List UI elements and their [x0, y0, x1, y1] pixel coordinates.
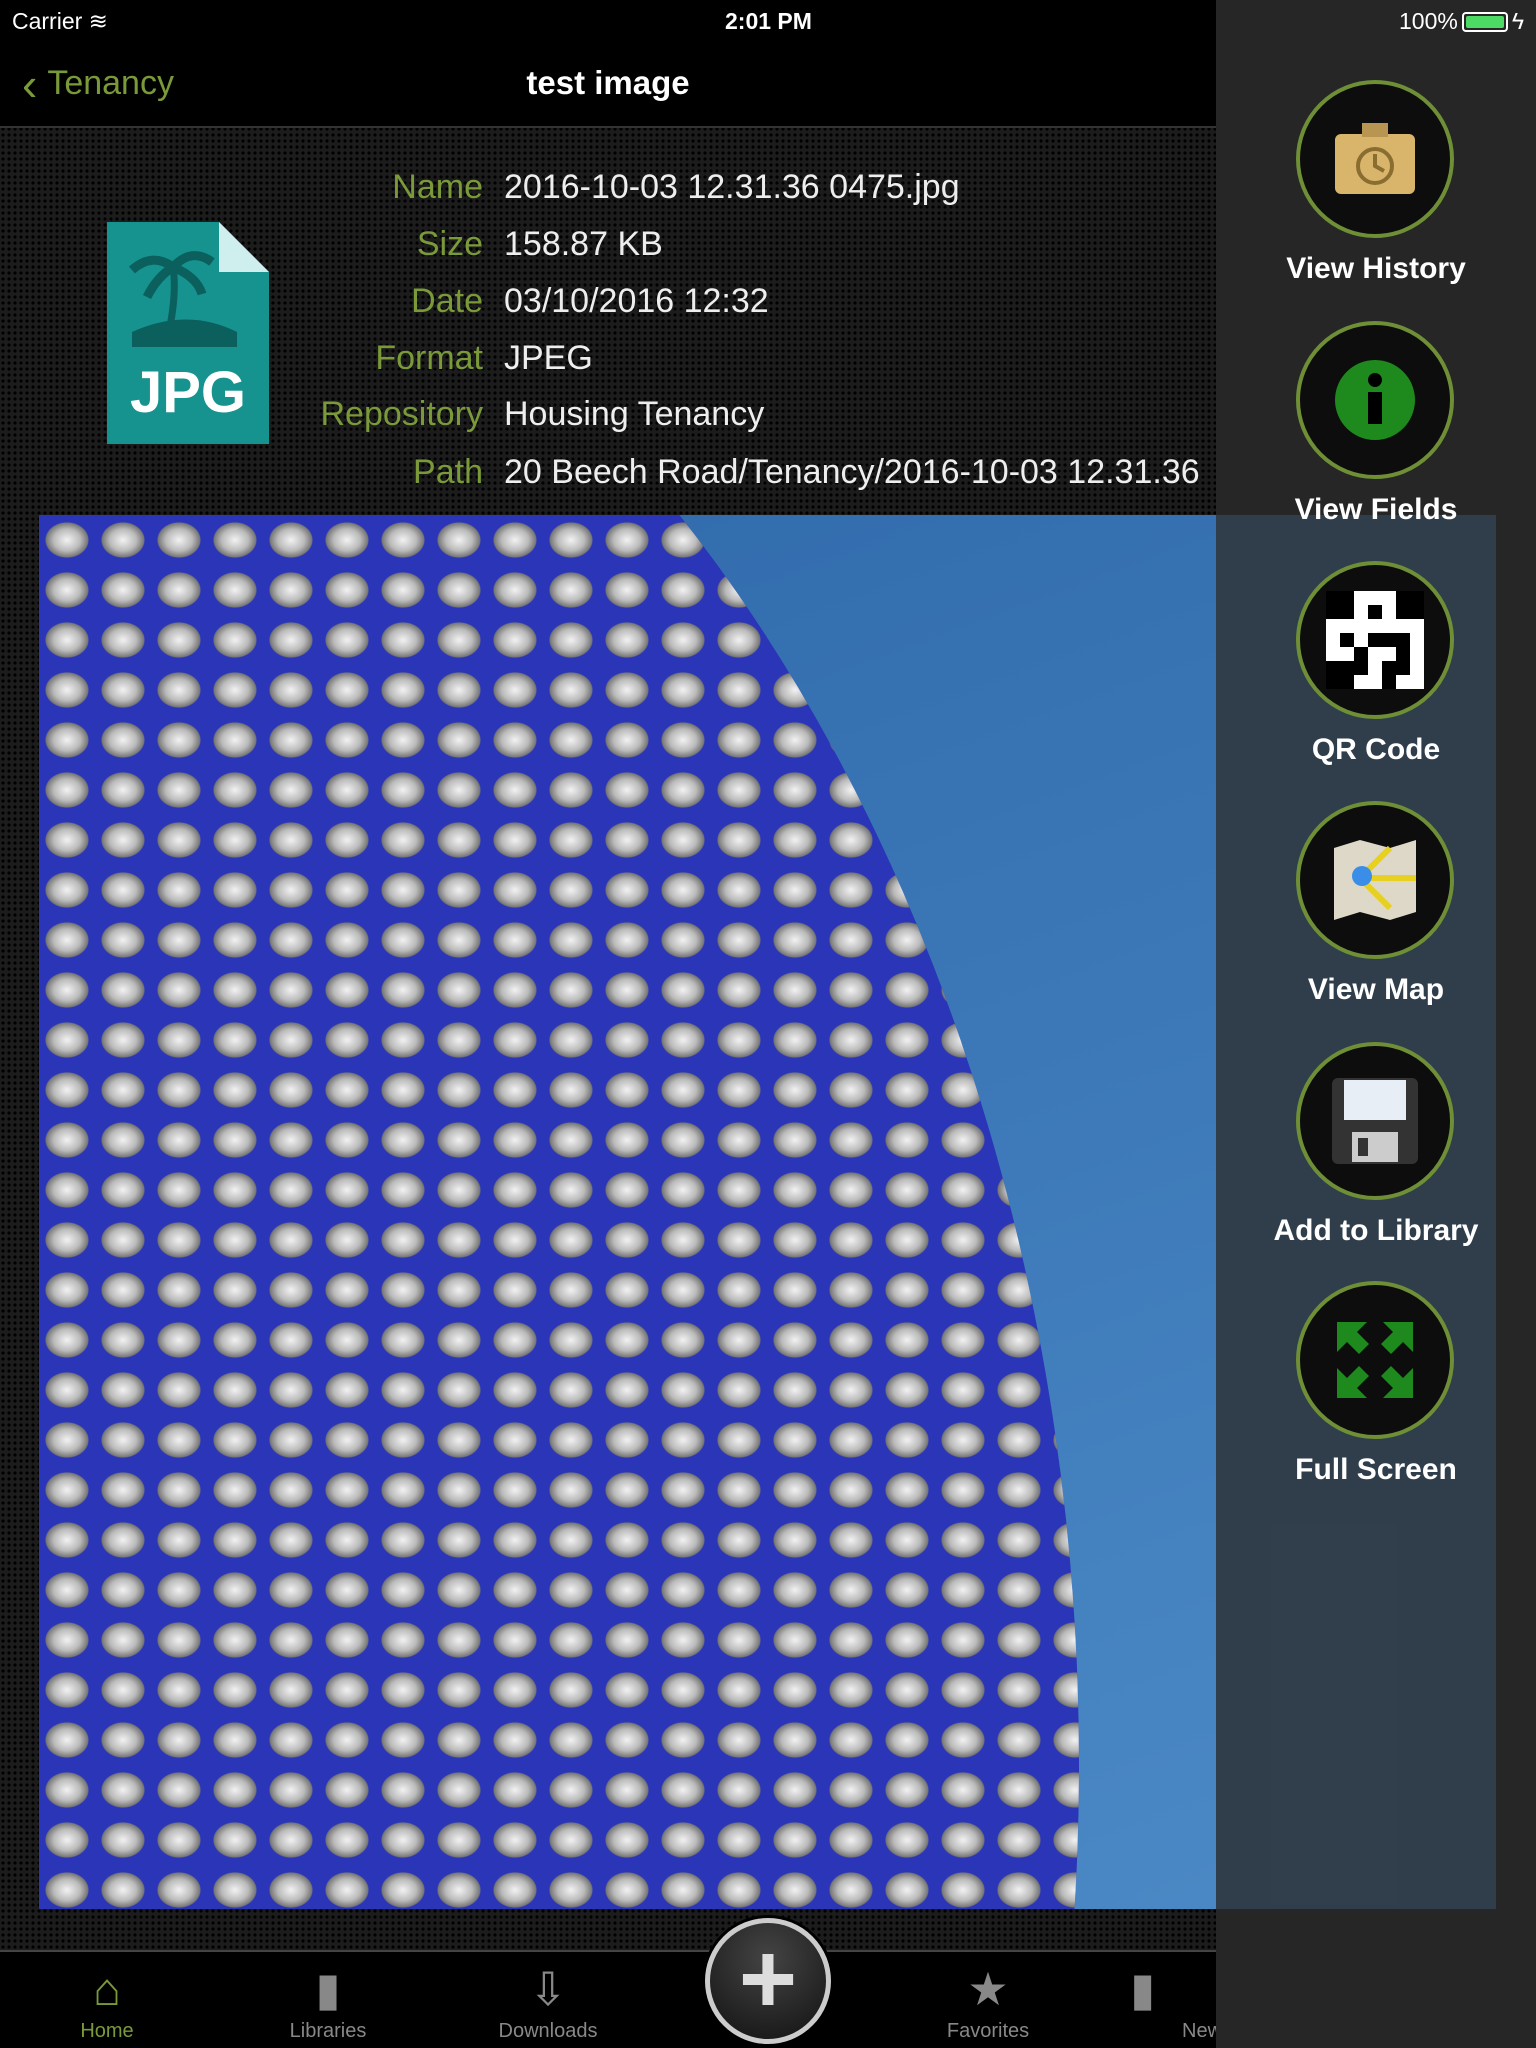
field-value: 158.87 KB — [504, 225, 663, 263]
battery-icon — [1461, 11, 1508, 32]
button-label: View Fields — [1294, 493, 1458, 526]
tab-label: New — [1182, 2020, 1216, 2042]
action-drawer: View History View Fields QR Code View Ma… — [1216, 0, 1536, 2048]
wifi-icon: ≋ — [88, 8, 108, 34]
tab-label: Home — [80, 2020, 134, 2042]
tab-home[interactable]: ⌂ Home — [37, 1952, 177, 2048]
status-bar: Carrier ≋ 2:01 PM 100% ϟ — [0, 0, 1536, 40]
button-label: View History — [1286, 252, 1466, 285]
button-label: View Map — [1307, 973, 1445, 1006]
plus-icon: + — [738, 1923, 798, 2035]
battery-indicator: 100% ϟ — [1398, 8, 1524, 34]
field-value: 2016-10-03 12.31.36 0475.jpg — [504, 168, 960, 206]
star-icon: ★ — [967, 1963, 1009, 2015]
download-icon: ⇩ — [528, 1963, 568, 2015]
tab-new[interactable]: ▮ New — [1130, 1952, 1216, 2048]
history-icon — [1335, 123, 1415, 194]
carrier-label: Carrier ≋ — [12, 8, 108, 34]
field-value: 03/10/2016 12:32 — [504, 282, 769, 320]
field-label: Date — [411, 282, 483, 320]
field-label: Name — [392, 168, 483, 206]
button-label: Add to Library — [1273, 1214, 1479, 1247]
tab-label: Favorites — [946, 2020, 1030, 2042]
image-preview[interactable] — [39, 515, 1216, 1909]
view-map-button[interactable]: View Map — [1216, 801, 1536, 1021]
field-label: Repository — [320, 395, 483, 433]
field-value: JPEG — [504, 339, 593, 377]
view-fields-button[interactable]: View Fields — [1216, 321, 1536, 541]
tab-favorites[interactable]: ★ Favorites — [918, 1952, 1058, 2048]
full-screen-button[interactable]: Full Screen — [1216, 1281, 1536, 1501]
tab-label: Libraries — [289, 2020, 367, 2042]
field-label: Format — [375, 339, 483, 377]
floppy-disk-icon — [1332, 1078, 1418, 1164]
view-history-button[interactable]: View History — [1216, 80, 1536, 300]
tab-downloads[interactable]: ⇩ Downloads — [478, 1952, 618, 2048]
field-label: Size — [416, 225, 483, 263]
clock: 2:01 PM — [725, 8, 812, 34]
button-label: Full Screen — [1295, 1453, 1457, 1486]
map-icon — [1334, 840, 1416, 920]
qr-code-icon — [1326, 591, 1424, 689]
tab-label: Downloads — [498, 2020, 598, 2042]
folder-icon: ▮ — [1130, 1963, 1156, 2015]
page-title: test image — [526, 64, 690, 101]
field-value: Housing Tenancy — [504, 395, 765, 433]
field-value: 20 Beech Road/Tenancy/2016-10-03 12.31.3… — [504, 453, 1200, 491]
add-to-library-button[interactable]: Add to Library — [1216, 1042, 1536, 1262]
qr-code-button[interactable]: QR Code — [1216, 561, 1536, 781]
field-label: Path — [413, 453, 483, 491]
tab-bar: ⌂ Home ▮ Libraries ⇩ Downloads ★ Favorites ▮… — [0, 1950, 1216, 2048]
fullscreen-icon — [1337, 1322, 1413, 1398]
folder-icon: ▮ — [315, 1963, 341, 2015]
charging-icon: ϟ — [1511, 8, 1524, 34]
photo-sphere — [39, 515, 1079, 1909]
info-icon — [1335, 360, 1415, 440]
main-content: ‹ Tenancy test image JPG Name 2016-10-03 1… — [0, 0, 1216, 2048]
home-icon: ⌂ — [93, 1963, 121, 2015]
add-button[interactable]: + — [705, 1918, 831, 2044]
button-label: QR Code — [1311, 733, 1441, 766]
tab-libraries[interactable]: ▮ Libraries — [258, 1952, 398, 2048]
